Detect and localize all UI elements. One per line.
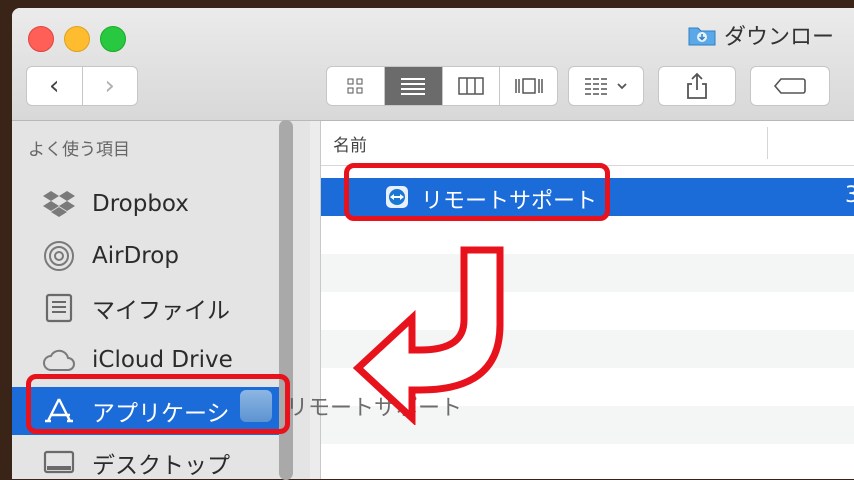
- chevron-down-icon: [617, 83, 627, 90]
- highlight-box-applications: [26, 374, 290, 434]
- zoom-button[interactable]: [100, 26, 126, 52]
- chevron-right-icon: ›: [104, 71, 115, 101]
- list-row: [321, 444, 854, 479]
- downloads-folder-icon: [688, 27, 716, 46]
- list-view-button[interactable]: [383, 67, 442, 105]
- close-button[interactable]: [28, 26, 54, 52]
- icloud-icon: [40, 343, 78, 377]
- minimize-button[interactable]: [64, 26, 90, 52]
- dropbox-icon: [40, 187, 78, 221]
- list-icon: [401, 78, 426, 95]
- cover-flow-icon: [514, 78, 543, 94]
- icon-view-button[interactable]: [327, 67, 384, 105]
- sidebar-item-label: AirDrop: [92, 243, 179, 269]
- window-title: ダウンロー: [688, 20, 834, 50]
- sidebar-item-dropbox[interactable]: Dropbox: [12, 180, 287, 228]
- sidebar-item-my-files[interactable]: マイファイル: [12, 284, 287, 332]
- tag-icon: [773, 78, 806, 94]
- sidebar-item-label: iCloud Drive: [92, 347, 233, 373]
- toolbar: ダウンロー ‹ ›: [12, 8, 854, 121]
- desktop-icon: [40, 446, 78, 479]
- arrange-button[interactable]: [568, 66, 644, 106]
- file-size-partial: 3: [845, 183, 854, 208]
- airdrop-icon: [40, 239, 78, 273]
- sidebar-item-desktop[interactable]: デスクトップ: [12, 439, 287, 479]
- share-icon: [687, 72, 707, 99]
- share-button[interactable]: [658, 66, 736, 106]
- sidebar-item-airdrop[interactable]: AirDrop: [12, 232, 287, 280]
- my-files-icon: [40, 291, 78, 325]
- tag-button[interactable]: [750, 66, 830, 106]
- view-mode-group: [326, 66, 558, 106]
- nav-button-group: ‹ ›: [26, 66, 138, 106]
- grid-icon: [347, 78, 363, 94]
- column-header: 名前: [321, 121, 854, 166]
- column-view-button[interactable]: [441, 67, 500, 105]
- highlight-box-file: [344, 163, 610, 221]
- sidebar-item-label: マイファイル: [92, 298, 230, 324]
- window-title-text: ダウンロー: [724, 25, 835, 50]
- cover-flow-view-button[interactable]: [499, 67, 557, 105]
- sidebar-section-title: よく使う項目: [28, 140, 130, 160]
- forward-button[interactable]: ›: [81, 67, 138, 105]
- column-header-name[interactable]: 名前: [333, 131, 367, 156]
- columns-icon: [458, 77, 484, 95]
- sidebar-item-label: デスクトップ: [92, 453, 230, 479]
- curved-arrow-annotation: [352, 246, 504, 425]
- column-divider[interactable]: [767, 127, 768, 159]
- sidebar-item-label: Dropbox: [92, 191, 189, 217]
- chevron-left-icon: ‹: [49, 71, 60, 101]
- back-button[interactable]: ‹: [27, 67, 82, 105]
- arrange-grid-icon: [585, 78, 609, 95]
